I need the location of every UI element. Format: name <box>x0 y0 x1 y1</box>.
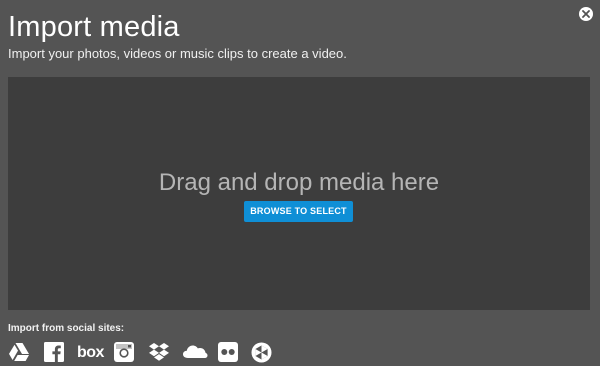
picasa-icon <box>251 342 272 363</box>
import-media-dialog: Import media Import your photos, videos … <box>0 0 600 366</box>
close-icon <box>582 10 590 18</box>
box-button[interactable]: box <box>77 342 107 364</box>
close-button[interactable] <box>579 7 593 21</box>
drop-prompt: Drag and drop media here <box>158 169 440 196</box>
social-sites-label: Import from social sites: <box>8 323 125 334</box>
facebook-icon <box>44 342 64 362</box>
instagram-button[interactable] <box>114 342 138 364</box>
box-icon: box <box>77 344 105 361</box>
dialog-title: Import media <box>8 11 180 43</box>
browse-to-select-button[interactable]: BROWSE TO SELECT <box>244 201 353 222</box>
google-drive-icon <box>9 343 29 361</box>
flickr-button[interactable] <box>218 342 242 364</box>
dropbox-icon <box>149 343 169 361</box>
svg-text:box: box <box>77 344 105 361</box>
google-drive-button[interactable] <box>8 342 32 364</box>
flickr-icon <box>218 342 238 362</box>
picasa-button[interactable] <box>251 342 275 364</box>
facebook-button[interactable] <box>44 342 68 364</box>
onedrive-button[interactable] <box>182 342 208 364</box>
drop-zone[interactable]: Drag and drop media here BROWSE TO SELEC… <box>8 77 590 310</box>
dropbox-button[interactable] <box>148 342 172 364</box>
onedrive-icon <box>183 345 208 358</box>
dialog-subtitle: Import your photos, videos or music clip… <box>8 46 347 61</box>
instagram-icon <box>114 342 134 362</box>
